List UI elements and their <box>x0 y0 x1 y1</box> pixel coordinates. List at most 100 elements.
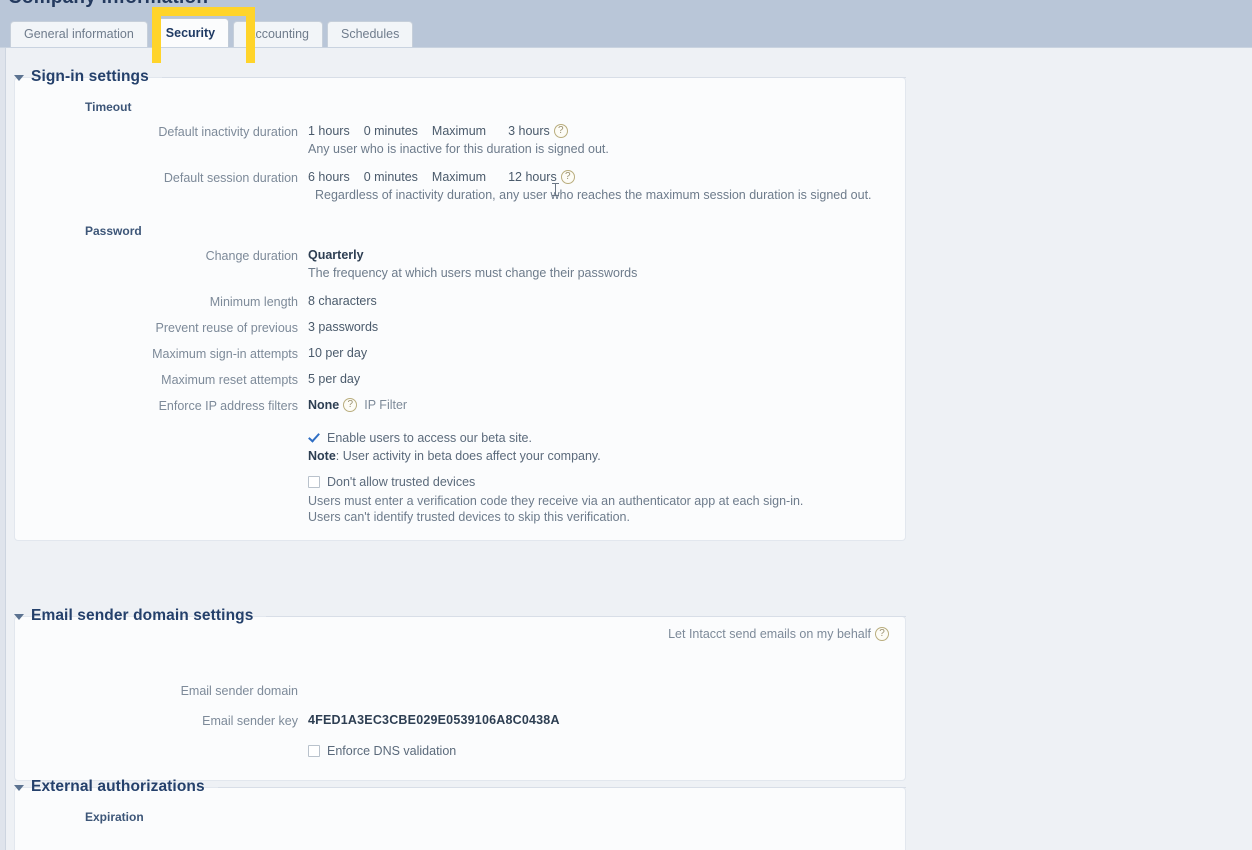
maximum-reset-attempts-value[interactable]: 5 per day <box>308 372 360 386</box>
tab-schedules[interactable]: Schedules <box>327 21 413 47</box>
page-title: Company information <box>8 0 208 9</box>
beta-note-text: : User activity in beta does affect your… <box>336 449 601 463</box>
group-label-timeout: Timeout <box>85 100 905 114</box>
ip-filters-value[interactable]: None <box>308 398 339 412</box>
checkbox-row-enforce-dns-validation[interactable]: Enforce DNS validation <box>308 744 905 758</box>
ip-filter-link[interactable]: IP Filter <box>364 398 407 412</box>
tab-label: Schedules <box>341 28 399 41</box>
tab-accounting[interactable]: Accounting <box>233 21 323 47</box>
field-row-maximum-reset-attempts: Maximum reset attempts 5 per day <box>15 372 905 387</box>
field-row-default-inactivity-duration: Default inactivity duration 1 hours 0 mi… <box>15 124 905 139</box>
inactivity-hours-value[interactable]: 1 hours <box>308 124 350 138</box>
help-icon[interactable]: ? <box>554 124 568 138</box>
field-label: Maximum reset attempts <box>15 372 298 387</box>
checkbox-label: Don't allow trusted devices <box>327 475 475 489</box>
chevron-down-icon[interactable] <box>14 785 24 791</box>
inactivity-minutes-value[interactable]: 0 minutes <box>364 124 418 138</box>
field-label: Minimum length <box>15 294 298 309</box>
session-minutes-value[interactable]: 0 minutes <box>364 170 418 184</box>
checkbox-enforce-dns-icon[interactable] <box>308 745 320 757</box>
checkbox-trusted-devices-icon[interactable] <box>308 476 320 488</box>
field-value: 4FED1A3EC3CBE029E0539106A8C0438A <box>298 713 905 727</box>
field-description-change-duration: The frequency at which users must change… <box>308 266 905 280</box>
section-signin-settings: Sign-in settings Timeout Default inactiv… <box>14 66 906 541</box>
field-label: Change duration <box>15 248 298 263</box>
checkbox-label: Enforce DNS validation <box>327 744 456 758</box>
chevron-down-icon[interactable] <box>14 614 24 620</box>
page-title-strip: Company information <box>0 0 1252 9</box>
field-label: Email sender domain <box>15 683 298 698</box>
field-row-email-sender-key: Email sender key 4FED1A3EC3CBE029E053910… <box>15 713 905 728</box>
field-value: 1 hours 0 minutes Maximum 3 hours ? <box>298 124 905 138</box>
field-label: Email sender key <box>15 713 298 728</box>
change-duration-value[interactable]: Quarterly <box>308 248 364 262</box>
section-header-signin-settings[interactable]: Sign-in settings <box>14 66 906 88</box>
field-row-change-duration: Change duration Quarterly <box>15 248 905 263</box>
session-maximum-value[interactable]: 12 hours <box>508 170 557 184</box>
signin-settings-panel: Timeout Default inactivity duration 1 ho… <box>14 77 906 541</box>
field-row-prevent-reuse: Prevent reuse of previous 3 passwords <box>15 320 905 335</box>
field-value: 6 hours 0 minutes Maximum 12 hours ? <box>298 170 905 184</box>
tab-label: Accounting <box>247 28 309 41</box>
field-row-default-session-duration: Default session duration 6 hours 0 minut… <box>15 170 905 185</box>
section-header-external-authorizations[interactable]: External authorizations <box>14 776 906 798</box>
tab-list: General information Security Accounting … <box>10 18 413 47</box>
tab-label: Security <box>166 27 215 40</box>
checkbox-row-enable-beta[interactable]: Enable users to access our beta site. <box>308 431 905 445</box>
checkbox-row-trusted-devices[interactable]: Don't allow trusted devices <box>308 475 905 489</box>
checkbox-enable-beta-icon[interactable] <box>308 432 320 444</box>
section-title: Email sender domain settings <box>31 607 253 625</box>
section-divider <box>218 787 906 788</box>
beta-note-prefix: Note <box>308 449 336 463</box>
minimum-length-value[interactable]: 8 characters <box>308 294 377 308</box>
field-label: Default inactivity duration <box>15 124 298 139</box>
field-description-session: Regardless of inactivity duration, any u… <box>315 188 905 202</box>
maximum-signin-attempts-value[interactable]: 10 per day <box>308 346 367 360</box>
beta-note: Note: User activity in beta does affect … <box>308 449 905 463</box>
field-row-email-sender-domain: Email sender domain <box>15 683 905 698</box>
section-title: Sign-in settings <box>31 68 149 86</box>
field-value: Quarterly <box>298 248 905 262</box>
section-external-authorizations: External authorizations Expiration <box>14 776 906 850</box>
field-label: Enforce IP address filters <box>15 398 298 413</box>
section-email-sender-domain-settings: Email sender domain settings Let Intacct… <box>14 605 906 781</box>
field-row-enforce-ip-filters: Enforce IP address filters None ? IP Fil… <box>15 398 905 413</box>
tab-general-information[interactable]: General information <box>10 21 148 47</box>
let-intacct-send-emails-row[interactable]: Let Intacct send emails on my behalf ? <box>668 627 889 641</box>
field-value: 5 per day <box>298 372 905 386</box>
help-icon[interactable]: ? <box>343 398 357 412</box>
trusted-devices-note-1: Users must enter a verification code the… <box>308 494 905 508</box>
field-label: Prevent reuse of previous <box>15 320 298 335</box>
section-title: External authorizations <box>31 778 205 796</box>
email-sender-key-value[interactable]: 4FED1A3EC3CBE029E0539106A8C0438A <box>308 713 560 727</box>
trusted-devices-note-2: Users can't identify trusted devices to … <box>308 510 905 524</box>
field-value: 8 characters <box>298 294 905 308</box>
field-label: Maximum sign-in attempts <box>15 346 298 361</box>
group-label-password: Password <box>85 224 905 238</box>
field-row-maximum-signin-attempts: Maximum sign-in attempts 10 per day <box>15 346 905 361</box>
section-header-email-sender[interactable]: Email sender domain settings <box>14 605 906 627</box>
section-divider <box>266 616 906 617</box>
help-icon[interactable]: ? <box>875 627 889 641</box>
app-screen: Company information General information … <box>0 0 1252 850</box>
prevent-reuse-value[interactable]: 3 passwords <box>308 320 378 334</box>
field-label: Default session duration <box>15 170 298 185</box>
field-value: 10 per day <box>298 346 905 360</box>
group-label-expiration: Expiration <box>85 810 905 824</box>
content-area: Sign-in settings Timeout Default inactiv… <box>0 48 1252 850</box>
email-sender-panel: Let Intacct send emails on my behalf ? E… <box>14 616 906 781</box>
help-icon[interactable]: ? <box>561 170 575 184</box>
chevron-down-icon[interactable] <box>14 75 24 81</box>
inactivity-maximum-value[interactable]: 3 hours <box>508 124 550 138</box>
inactivity-maximum-label: Maximum <box>432 124 486 138</box>
field-value: 3 passwords <box>298 320 905 334</box>
field-description-inactivity: Any user who is inactive for this durati… <box>308 142 905 156</box>
tab-security[interactable]: Security <box>152 18 229 47</box>
left-gutter <box>0 48 6 850</box>
session-hours-value[interactable]: 6 hours <box>308 170 350 184</box>
tab-label: General information <box>24 28 134 41</box>
field-value: None ? IP Filter <box>298 398 905 412</box>
field-row-minimum-length: Minimum length 8 characters <box>15 294 905 309</box>
behalf-label: Let Intacct send emails on my behalf <box>668 627 871 641</box>
text-cursor-caret <box>555 183 556 196</box>
